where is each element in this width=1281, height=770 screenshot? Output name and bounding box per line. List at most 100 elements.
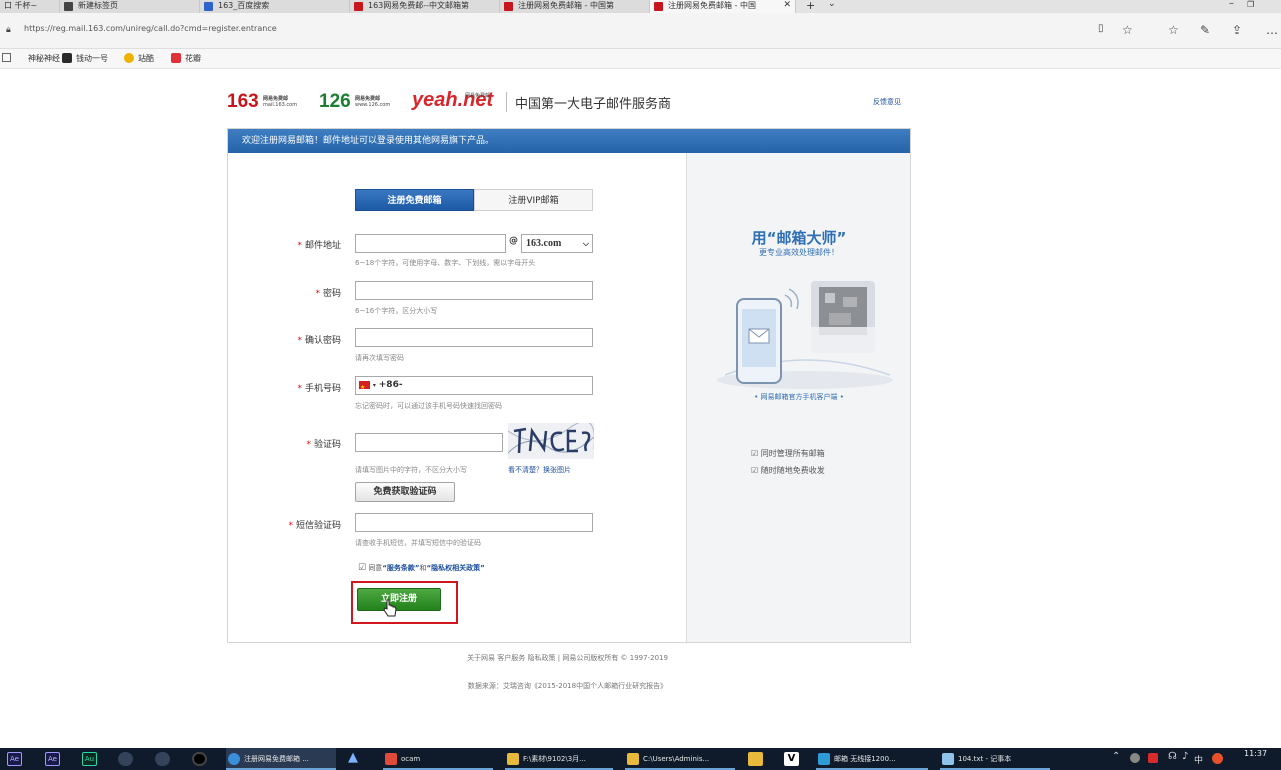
pen-icon[interactable]: ✎ xyxy=(1200,23,1210,37)
label-text: 密码 xyxy=(322,289,341,299)
feedback-link[interactable]: 反馈意见 xyxy=(873,97,901,107)
taskbar-item-ocam[interactable]: ocam xyxy=(383,748,493,770)
tray-icon[interactable] xyxy=(1130,753,1140,763)
logo-163[interactable]: 163 xyxy=(227,91,259,113)
label-text: 手机号码 xyxy=(304,384,341,394)
tab-label: 注册网易免费邮箱 - 中国第 xyxy=(518,1,614,10)
tab-label: 新建标签页 xyxy=(78,1,118,10)
reading-view-icon[interactable]: ▯ xyxy=(1098,23,1104,34)
app-icon[interactable] xyxy=(118,752,133,766)
promo-feature: ☑ 同时管理所有邮箱 xyxy=(751,448,825,459)
sogou-icon[interactable] xyxy=(1212,753,1223,764)
logo-126-text: 126 xyxy=(319,91,351,112)
url-text[interactable]: https://reg.mail.163.com/unireg/call.do?… xyxy=(24,24,277,33)
ime-indicator[interactable]: 中 xyxy=(1194,753,1203,766)
taskbar-item-folder[interactable]: C:\Users\Adminis... xyxy=(625,748,735,770)
tab-free-mailbox[interactable]: 注册免费邮箱 xyxy=(355,189,474,211)
taskbar-item-chat[interactable]: 邮箱 无线接1200... xyxy=(816,748,928,770)
terms-link[interactable]: “服务条款” xyxy=(382,564,419,572)
bookmark-item[interactable]: 站酷 xyxy=(124,53,154,64)
tab-vip-mailbox[interactable]: 注册VIP邮箱 xyxy=(474,189,593,211)
window-controls: – ❐ xyxy=(1221,0,1281,13)
taskbar-item-label: F:\素材\9102\3月... xyxy=(523,755,586,763)
clock[interactable]: 11:37 xyxy=(1244,749,1267,758)
agree-checkbox[interactable]: ☑ xyxy=(358,563,366,573)
minimize-icon[interactable]: – xyxy=(1229,0,1234,9)
confirm-password-input[interactable] xyxy=(355,328,593,347)
bookmark-item[interactable]: 钱动一号 xyxy=(62,53,108,64)
browser-tab[interactable]: 口 千杯~ xyxy=(0,0,60,13)
after-effects-icon[interactable]: Ae xyxy=(7,752,22,766)
privacy-link[interactable]: “隐私权相关政策” xyxy=(427,564,485,572)
volume-icon[interactable]: ♪ xyxy=(1182,751,1188,762)
windows-taskbar: Ae Ae Au 注册网易免费邮箱 ... ▲ ocam F:\素材\9102\… xyxy=(0,748,1281,770)
phone-hint: 忘记密码时，可以通过该手机号码快速找回密码 xyxy=(355,402,502,410)
tab-label: 163_百度搜索 xyxy=(218,1,270,10)
check-icon: ☑ xyxy=(751,449,759,458)
register-now-button[interactable]: 立即注册 xyxy=(357,588,441,611)
bookmark-icon xyxy=(2,53,11,62)
logo-163-sub: 网易免费邮 mail.163.com xyxy=(263,96,297,108)
tab-label: 注册网易免费邮箱 - 中国 xyxy=(668,1,756,10)
bookmarks-bar: 神秘神经 钱动一号 站酷 花瓣 xyxy=(0,49,1281,69)
browser-tab[interactable]: 注册网易免费邮箱 - 中国第 xyxy=(500,0,650,13)
new-tab-icon[interactable]: + xyxy=(806,0,815,12)
label-text: 邮件地址 xyxy=(304,241,341,251)
network-icon[interactable]: ☊ xyxy=(1168,751,1177,762)
browser-tab-active[interactable]: 注册网易免费邮箱 - 中国 ✕ xyxy=(650,0,796,13)
after-effects-icon[interactable]: Ae xyxy=(45,752,60,766)
chevron-down-icon: ⌵ xyxy=(582,239,589,248)
app-icon[interactable] xyxy=(155,752,170,766)
header-divider xyxy=(506,92,507,112)
label-text: 短信验证码 xyxy=(295,521,341,531)
welcome-banner: 欢迎注册网易邮箱！邮件地址可以登录使用其他网易旗下产品。 xyxy=(228,129,910,153)
favorites-hub-icon[interactable]: ☆ xyxy=(1168,23,1179,37)
password-label: * 密码 xyxy=(315,289,341,299)
phone-label: * 手机号码 xyxy=(297,384,341,394)
confirm-password-label: * 确认密码 xyxy=(297,336,341,346)
chevron-down-icon[interactable]: ⌄ xyxy=(828,0,836,9)
china-flag-icon[interactable]: ★ xyxy=(359,380,370,391)
browser-tab[interactable]: 新建标签页 xyxy=(60,0,200,13)
app-icon[interactable]: V xyxy=(784,752,799,766)
captcha-input[interactable] xyxy=(355,433,503,452)
at-sign: @ xyxy=(509,236,518,246)
password-input[interactable] xyxy=(355,281,593,300)
share-icon[interactable]: ⇪ xyxy=(1232,23,1242,37)
taskbar-item-folder[interactable]: F:\素材\9102\3月... xyxy=(505,748,613,770)
phone-input[interactable]: ★ ▾ +86- xyxy=(355,376,593,395)
taskbar-item-notepad[interactable]: 104.txt - 记事本 xyxy=(940,748,1050,770)
email-input[interactable] xyxy=(355,234,506,253)
footer-links[interactable]: 关于网易 客户服务 隐私政策 | 网易公司版权所有 © 1997-2019 xyxy=(0,653,1135,663)
sms-code-hint: 请查收手机短信，并填写短信中的验证码 xyxy=(355,539,481,547)
promo-feature-text: 随时随地免费收发 xyxy=(760,466,825,475)
tray-icon[interactable] xyxy=(1148,753,1158,763)
record-icon[interactable] xyxy=(192,752,207,766)
agreement-row: ☑ 同意“服务条款”和“隐私权相关政策” xyxy=(358,563,485,573)
audition-icon[interactable]: Au xyxy=(82,752,97,766)
bookmark-label: 花瓣 xyxy=(185,54,201,63)
close-icon[interactable]: ✕ xyxy=(783,0,791,11)
captcha-refresh-link[interactable]: 看不清楚？换张图片 xyxy=(508,465,571,475)
chevron-down-icon[interactable]: ▾ xyxy=(373,382,376,389)
bookmark-item[interactable]: 神秘神经 xyxy=(14,53,60,64)
maximize-icon[interactable]: ❐ xyxy=(1247,0,1254,9)
bookmark-item[interactable]: 花瓣 xyxy=(171,53,201,64)
favorite-star-icon[interactable]: ☆ xyxy=(1122,23,1133,37)
get-sms-code-button[interactable]: 免费获取验证码 xyxy=(355,482,455,502)
sms-code-input[interactable] xyxy=(355,513,593,532)
browser-tab[interactable]: 163网易免费邮--中文邮箱第 xyxy=(350,0,500,13)
promo-subtitle: 更专业高效处理邮件！ xyxy=(759,248,839,257)
tray-up-icon[interactable]: ⌃ xyxy=(1112,751,1120,762)
more-icon[interactable]: … xyxy=(1266,23,1278,37)
mail-master-illustration xyxy=(717,281,893,389)
captcha-image[interactable] xyxy=(508,423,594,459)
tab-label: 口 千杯~ xyxy=(4,1,38,10)
browser-tab[interactable]: 163_百度搜索 xyxy=(200,0,350,13)
app-icon[interactable] xyxy=(748,752,763,766)
taskbar-item-edge[interactable]: 注册网易免费邮箱 ... xyxy=(226,748,336,770)
app-icon[interactable]: ▲ xyxy=(348,751,363,766)
logo-126[interactable]: 126 xyxy=(319,91,351,113)
email-domain-select[interactable]: 163.com ⌵ xyxy=(521,234,593,253)
captcha-hint: 请填写图片中的字符，不区分大小写 xyxy=(355,466,467,474)
